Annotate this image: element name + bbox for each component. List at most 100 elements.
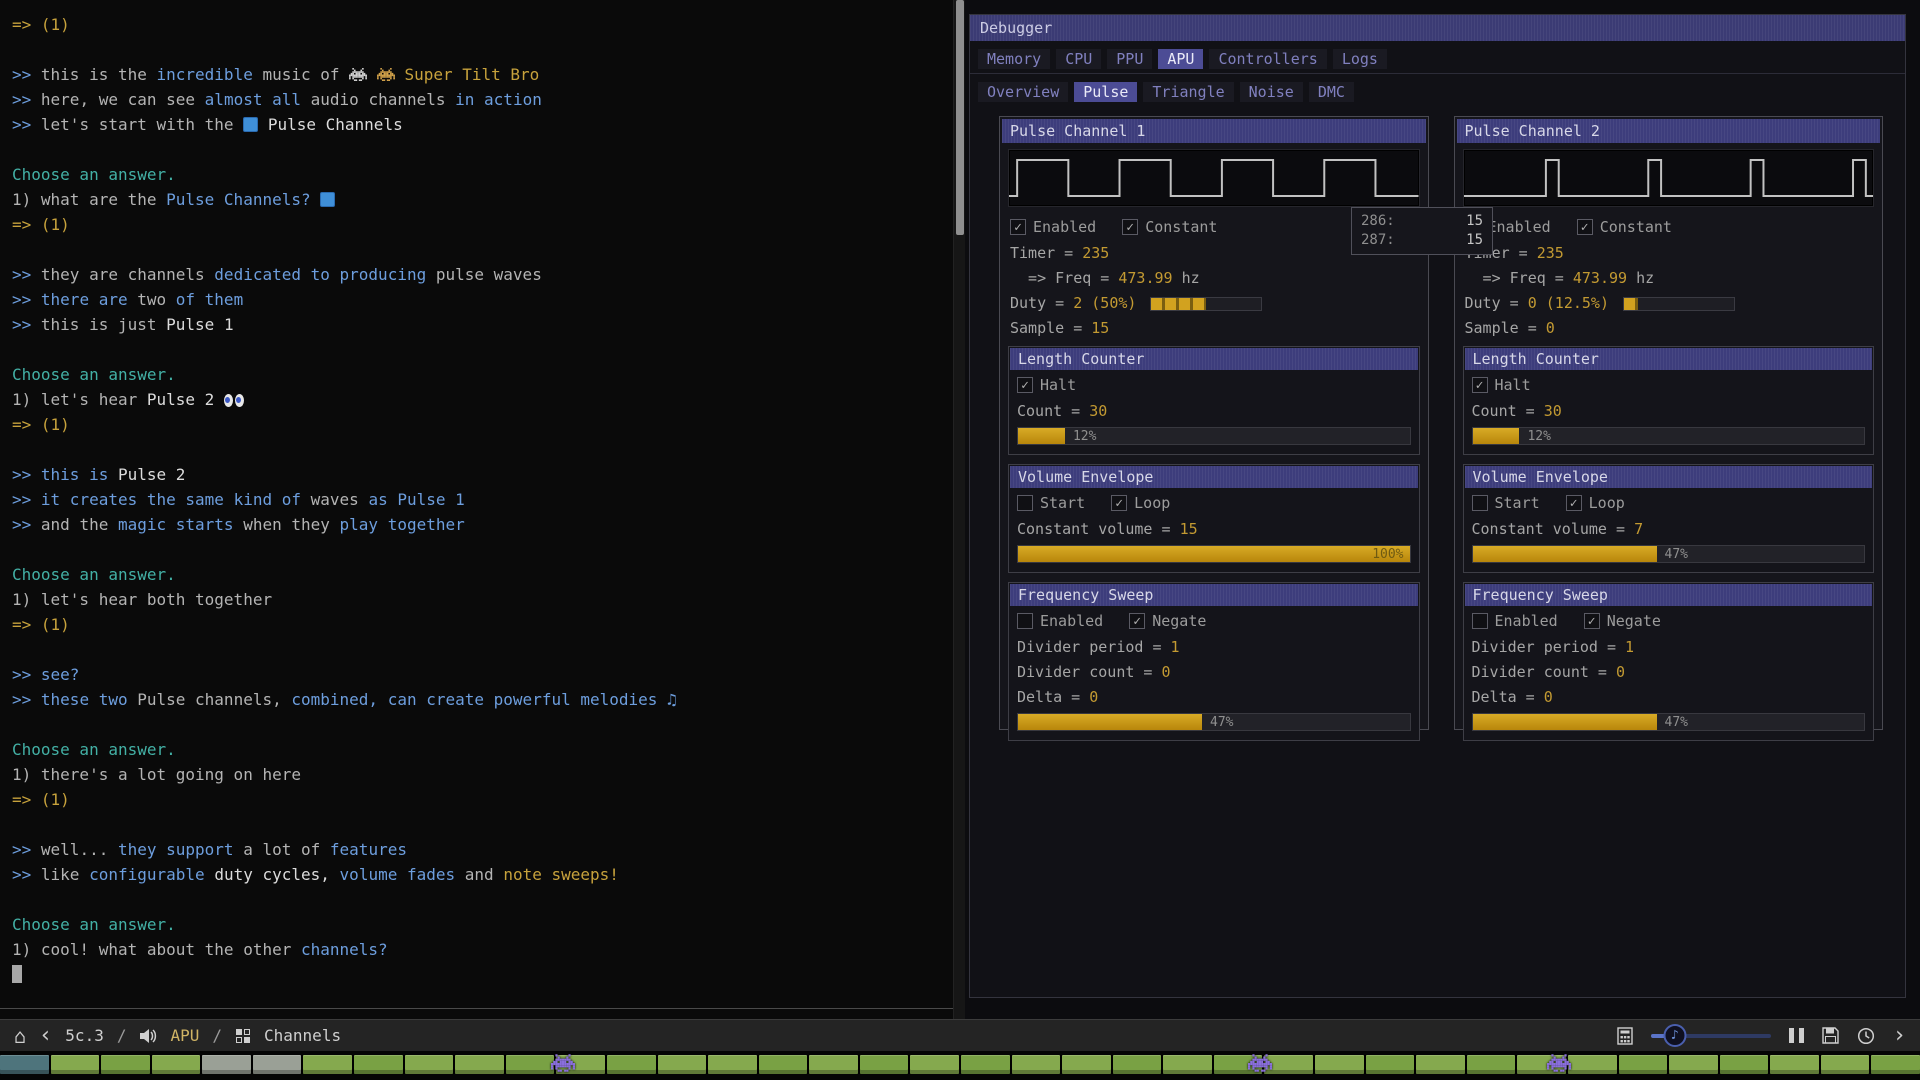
timeline-segment[interactable] (1467, 1055, 1516, 1074)
timeline-segment[interactable] (1669, 1055, 1718, 1074)
terminal-text: these two (41, 690, 137, 709)
timeline-segment[interactable] (1821, 1055, 1870, 1074)
tab-logs[interactable]: Logs (1333, 49, 1387, 69)
terminal-scrollbar[interactable] (953, 0, 965, 1019)
enabled-checkbox[interactable]: ✓ Enabled (1010, 218, 1096, 236)
loop-checkbox[interactable]: ✓ Loop (1566, 494, 1625, 512)
constant-checkbox[interactable]: ✓ Constant (1122, 218, 1217, 236)
player-sprite-icon (377, 65, 395, 84)
volume-slider[interactable]: ♪ (1651, 1034, 1771, 1038)
constant-checkbox[interactable]: ✓ Constant (1577, 218, 1672, 236)
timeline-segment[interactable] (1770, 1055, 1819, 1074)
breadcrumb-apu[interactable]: APU (170, 1026, 199, 1045)
bar-fill (1473, 714, 1657, 730)
debugger-titlebar[interactable]: Debugger (970, 15, 1905, 41)
timeline-segment[interactable] (1113, 1055, 1162, 1074)
back-button[interactable]: ‹ (39, 1026, 52, 1046)
tab-cpu[interactable]: CPU (1056, 49, 1101, 69)
forward-button[interactable]: › (1893, 1026, 1906, 1046)
tab-controllers[interactable]: Controllers (1209, 49, 1326, 69)
subtab-pulse[interactable]: Pulse (1074, 82, 1137, 102)
halt-checkbox[interactable]: ✓ Halt (1017, 376, 1076, 394)
breadcrumb-channels[interactable]: Channels (264, 1026, 341, 1045)
slider-knob[interactable]: ♪ (1663, 1024, 1686, 1047)
tab-ppu[interactable]: PPU (1107, 49, 1152, 69)
checkmark-icon: ✓ (1570, 496, 1578, 511)
timeline-segment[interactable] (1012, 1055, 1061, 1074)
start-checkbox[interactable]: ✓ Start (1017, 494, 1085, 512)
timeline-segment[interactable] (1619, 1055, 1668, 1074)
terminal-text: play together (340, 515, 465, 534)
terminal-line: => (1) (12, 787, 953, 812)
frequency-sweep-checks: ✓ Enabled ✓ Negate (1009, 607, 1419, 635)
subtab-triangle[interactable]: Triangle (1143, 82, 1233, 102)
start-checkbox[interactable]: ✓ Start (1472, 494, 1540, 512)
timeline-segment[interactable] (1871, 1055, 1920, 1074)
timeline-segment[interactable] (1416, 1055, 1465, 1074)
save-button[interactable] (1822, 1027, 1839, 1044)
tab-memory[interactable]: Memory (978, 49, 1050, 69)
negate-checkbox[interactable]: ✓ Negate (1584, 612, 1661, 630)
timeline-segment[interactable] (658, 1055, 707, 1074)
timeline-segment[interactable] (708, 1055, 757, 1074)
timeline-segment[interactable] (607, 1055, 656, 1074)
loop-checkbox[interactable]: ✓ Loop (1111, 494, 1170, 512)
subtab-overview[interactable]: Overview (978, 82, 1068, 102)
sweep-enabled-checkbox[interactable]: ✓ Enabled (1017, 612, 1103, 630)
timeline-segment[interactable] (1062, 1055, 1111, 1074)
terminal-line (12, 37, 953, 62)
clock-button[interactable] (1857, 1027, 1875, 1045)
subtab-noise[interactable]: Noise (1240, 82, 1303, 102)
timeline-segment[interactable] (860, 1055, 909, 1074)
terminal-line (12, 237, 953, 262)
timeline-segment[interactable] (152, 1055, 201, 1074)
count-value: Count = 30 (1464, 399, 1874, 424)
timeline-segment[interactable] (303, 1055, 352, 1074)
tab-apu[interactable]: APU (1158, 49, 1203, 69)
halt-checkbox[interactable]: ✓ Halt (1472, 376, 1531, 394)
timeline-segment[interactable] (961, 1055, 1010, 1074)
timeline-segment[interactable] (1568, 1055, 1617, 1074)
timeline-segment[interactable] (1264, 1055, 1313, 1074)
bar-label: 47% (1665, 714, 1688, 731)
timeline-segment[interactable] (1315, 1055, 1364, 1074)
timeline-segment[interactable] (1720, 1055, 1769, 1074)
timeline-segment[interactable] (506, 1055, 555, 1074)
timeline-segment[interactable] (0, 1055, 49, 1074)
timeline-segment[interactable] (354, 1055, 403, 1074)
subtab-dmc[interactable]: DMC (1309, 82, 1354, 102)
volume-envelope-title: Volume Envelope (1010, 466, 1418, 488)
timeline-segment[interactable] (253, 1055, 302, 1074)
timeline-segment[interactable] (101, 1055, 150, 1074)
pause-button[interactable] (1789, 1028, 1804, 1043)
terminal-text: >> (12, 465, 41, 484)
sweep-enabled-checkbox[interactable]: ✓ Enabled (1472, 612, 1558, 630)
home-button[interactable]: ⌂ (14, 1024, 26, 1048)
terminal-line: >> well... they support a lot of feature… (12, 837, 953, 862)
frequency-sweep-section: Frequency Sweep ✓ Enabled ✓ Negate Divid… (1463, 582, 1875, 741)
timeline-segment[interactable] (51, 1055, 100, 1074)
tooltip-row: 286: 15 (1361, 212, 1483, 231)
timeline-segment[interactable] (910, 1055, 959, 1074)
calculator-button[interactable] (1617, 1027, 1633, 1045)
breadcrumb-level[interactable]: 5c.3 (65, 1026, 104, 1045)
terminal-line: Choose an answer. (12, 162, 953, 187)
terminal-text: >> (12, 665, 41, 684)
scrollbar-thumb[interactable] (956, 0, 964, 235)
terminal-line: Choose an answer. (12, 362, 953, 387)
timeline-segment[interactable] (405, 1055, 454, 1074)
terminal-text: channels? (301, 940, 388, 959)
timeline-segment[interactable] (1163, 1055, 1212, 1074)
negate-checkbox[interactable]: ✓ Negate (1129, 612, 1206, 630)
terminal-text: this is (41, 465, 118, 484)
terminal-line: >> this is just Pulse 1 (12, 312, 953, 337)
timeline-segment[interactable] (455, 1055, 504, 1074)
timeline-segment[interactable] (1366, 1055, 1415, 1074)
terminal-line: 1) cool! what about the other channels? (12, 937, 953, 962)
terminal-text: => (1) (12, 15, 70, 34)
timeline-segment[interactable] (202, 1055, 251, 1074)
length-counter-section: Length Counter ✓ Halt Count = 30 12% (1008, 346, 1420, 455)
timeline-segment[interactable] (759, 1055, 808, 1074)
terminal-text: here, we can see (41, 90, 205, 109)
timeline-segment[interactable] (809, 1055, 858, 1074)
